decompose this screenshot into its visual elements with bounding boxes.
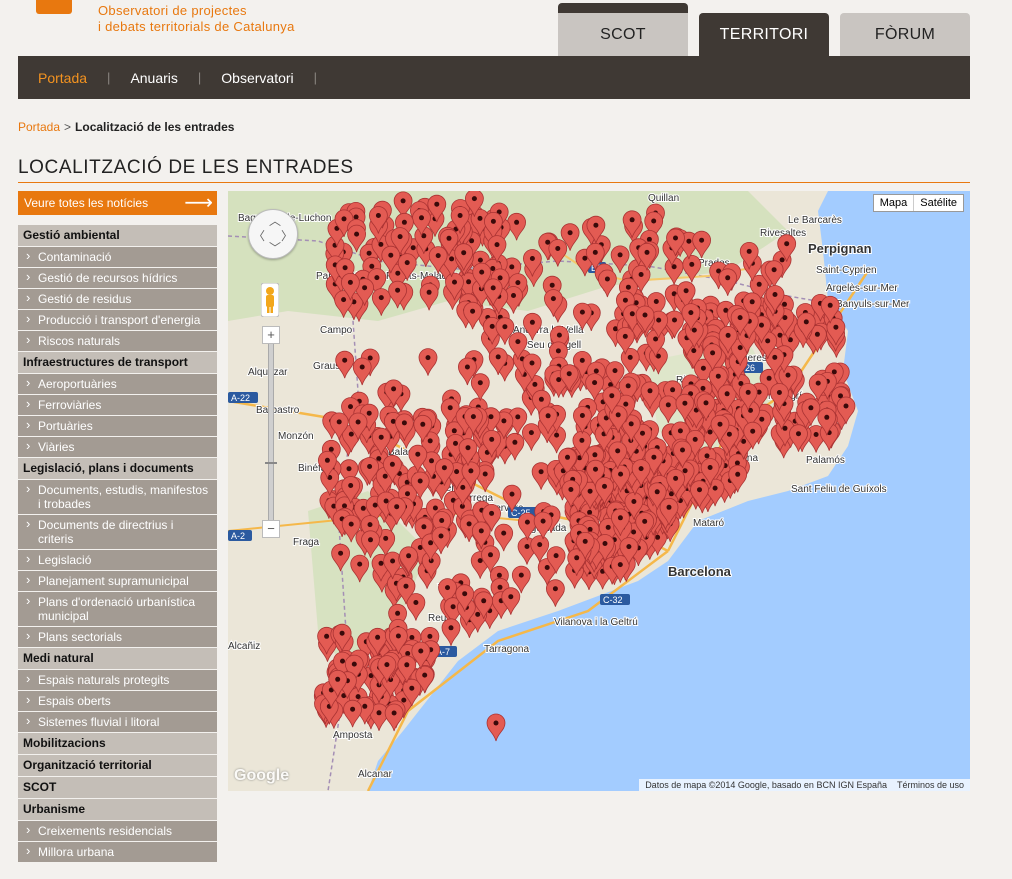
nav-observatori[interactable]: Observatori xyxy=(201,70,313,86)
svg-text:C-32: C-32 xyxy=(603,595,623,605)
pan-down-icon[interactable]: ﹀ xyxy=(269,239,281,256)
sidebar-subcategory[interactable]: Planejament supramunicipal xyxy=(18,571,217,592)
zoom-slider-track[interactable] xyxy=(265,344,277,520)
svg-text:A-22: A-22 xyxy=(231,393,250,403)
pan-right-icon[interactable]: 〉 xyxy=(281,227,293,244)
map-canvas[interactable]: Bagnères-de-LuchonQuillanLe BarcarèsPerp… xyxy=(228,191,970,791)
nav-anuaris[interactable]: Anuaris xyxy=(110,70,197,86)
map-view[interactable]: Bagnères-de-LuchonQuillanLe BarcarèsPerp… xyxy=(228,191,970,791)
breadcrumb-separator: > xyxy=(64,120,72,134)
page: Observatori de projectes i debats territ… xyxy=(0,0,1012,879)
map-type-satellite-button[interactable]: Satélite xyxy=(914,195,963,211)
title-divider xyxy=(18,182,970,183)
sidebar-subcategory[interactable]: Aeroportuàries xyxy=(18,374,217,395)
map-place-label: Alcañiz xyxy=(228,641,260,652)
map-place-label: Campo xyxy=(320,325,353,336)
sidebar-subcategory[interactable]: Riscos naturals xyxy=(18,331,217,352)
sidebar-category[interactable]: Legislació, plans i documents xyxy=(18,458,217,480)
tab-forum[interactable]: FÒRUM xyxy=(840,13,970,56)
sidebar-subcategory[interactable]: Sistemes fluvial i litoral xyxy=(18,712,217,733)
road-shield-label: A-22 xyxy=(228,392,258,403)
sidebar-subcategory[interactable]: Gestió de residus xyxy=(18,289,217,310)
sidebar-subcategory[interactable]: Plans sectorials xyxy=(18,627,217,648)
sidebar-category[interactable]: Medi natural xyxy=(18,648,217,670)
map-place-label: Fraga xyxy=(293,537,320,548)
sidebar-subcategory[interactable]: Viàries xyxy=(18,437,217,458)
map-place-label: Saint-Cyprien xyxy=(816,265,877,276)
tab-scot[interactable]: SCOT xyxy=(558,3,688,56)
pan-up-icon[interactable]: ︿ xyxy=(269,212,281,229)
sidebar-subcategory[interactable]: Millora urbana xyxy=(18,842,217,863)
nav-separator: | xyxy=(313,70,318,85)
map-place-label: Mataró xyxy=(693,518,725,529)
sidebar-subcategory[interactable]: Ferroviàries xyxy=(18,395,217,416)
map-place-label: Amposta xyxy=(333,730,373,741)
sidebar-subcategory[interactable]: Contaminació xyxy=(18,247,217,268)
map-place-label: Argelès-sur-Mer xyxy=(826,283,898,294)
pan-left-icon[interactable]: 〈 xyxy=(253,227,265,244)
see-all-label: Veure totes les notícies xyxy=(24,196,149,210)
sidebar-subcategory[interactable]: Documents de directrius i criteris xyxy=(18,515,217,550)
map-place-label: Quillan xyxy=(648,193,679,204)
nav-portada[interactable]: Portada xyxy=(18,70,107,86)
map-place-label: Sant Feliu de Guíxols xyxy=(791,484,887,495)
sidebar-subcategory[interactable]: Portuàries xyxy=(18,416,217,437)
map-place-label: Barcelona xyxy=(668,564,732,579)
map-attribution: Datos de mapa ©2014 Google, basado en BC… xyxy=(639,779,970,791)
google-logo: Google xyxy=(234,767,290,784)
sidebar-subcategory[interactable]: Espais naturals protegits xyxy=(18,670,217,691)
pan-control[interactable]: ︿ 〈 〉 ﹀ xyxy=(248,209,298,259)
breadcrumb-home[interactable]: Portada xyxy=(18,120,60,134)
zoom-slider-handle[interactable] xyxy=(265,462,277,464)
category-list: Gestió ambientalContaminacióGestió de re… xyxy=(18,225,217,863)
section-tabs: SCOT TERRITORI FÒRUM xyxy=(0,0,1012,56)
sidebar: Veure totes les notícies ⟶ Gestió ambien… xyxy=(18,191,217,863)
sidebar-category[interactable]: SCOT xyxy=(18,777,217,799)
sidebar-category[interactable]: Infraestructures de transport xyxy=(18,352,217,374)
sidebar-category[interactable]: Urbanisme xyxy=(18,799,217,821)
sidebar-subcategory[interactable]: Espais oberts xyxy=(18,691,217,712)
see-all-news-button[interactable]: Veure totes les notícies ⟶ xyxy=(18,191,217,215)
breadcrumb-current: Localització de les entrades xyxy=(75,120,235,134)
page-title: LOCALITZACIÓ DE LES ENTRADES xyxy=(18,157,354,178)
terms-of-use-link[interactable]: Términos de uso xyxy=(897,780,964,790)
map-place-label: Palamós xyxy=(806,455,845,466)
map-place-label: Monzón xyxy=(278,431,314,442)
sidebar-category[interactable]: Gestió ambiental xyxy=(18,225,217,247)
map-type-control: Mapa Satélite xyxy=(872,194,964,212)
sidebar-subcategory[interactable]: Producció i transport d'energia xyxy=(18,310,217,331)
road-shield-label: A-2 xyxy=(228,530,252,541)
zoom-control: + − xyxy=(262,326,280,538)
sidebar-subcategory[interactable]: Plans d'ordenació urbanística municipal xyxy=(18,592,217,627)
map-place-label: Perpignan xyxy=(808,241,872,256)
street-view-pegman-icon[interactable] xyxy=(261,283,279,317)
sidebar-category[interactable]: Mobilitzacions xyxy=(18,733,217,755)
arrow-right-icon: ⟶ xyxy=(184,192,213,214)
sidebar-subcategory[interactable]: Documents, estudis, manifestos i trobade… xyxy=(18,480,217,515)
sidebar-category[interactable]: Organització territorial xyxy=(18,755,217,777)
map-type-map-button[interactable]: Mapa xyxy=(874,195,915,211)
sidebar-subcategory[interactable]: Creixements residencials xyxy=(18,821,217,842)
road-shield-label: C-32 xyxy=(600,594,630,605)
svg-text:A-2: A-2 xyxy=(231,531,245,541)
zoom-in-button[interactable]: + xyxy=(262,326,280,344)
map-place-label: Le Barcarès xyxy=(788,215,842,226)
breadcrumb: Portada > Localització de les entrades xyxy=(18,120,234,134)
map-place-label: Vilanova i la Geltrú xyxy=(554,617,638,628)
map-place-label: Tarragona xyxy=(484,644,529,655)
map-place-label: Alcanar xyxy=(358,769,393,780)
sidebar-subcategory[interactable]: Gestió de recursos hídrics xyxy=(18,268,217,289)
sidebar-subcategory[interactable]: Legislació xyxy=(18,550,217,571)
main-nav: Portada | Anuaris | Observatori | xyxy=(18,56,970,99)
zoom-out-button[interactable]: − xyxy=(262,520,280,538)
attribution-text: Datos de mapa ©2014 Google, basado en BC… xyxy=(645,780,887,790)
map-place-label: Banyuls-sur-Mer xyxy=(836,299,910,310)
tab-territori[interactable]: TERRITORI xyxy=(699,13,829,56)
